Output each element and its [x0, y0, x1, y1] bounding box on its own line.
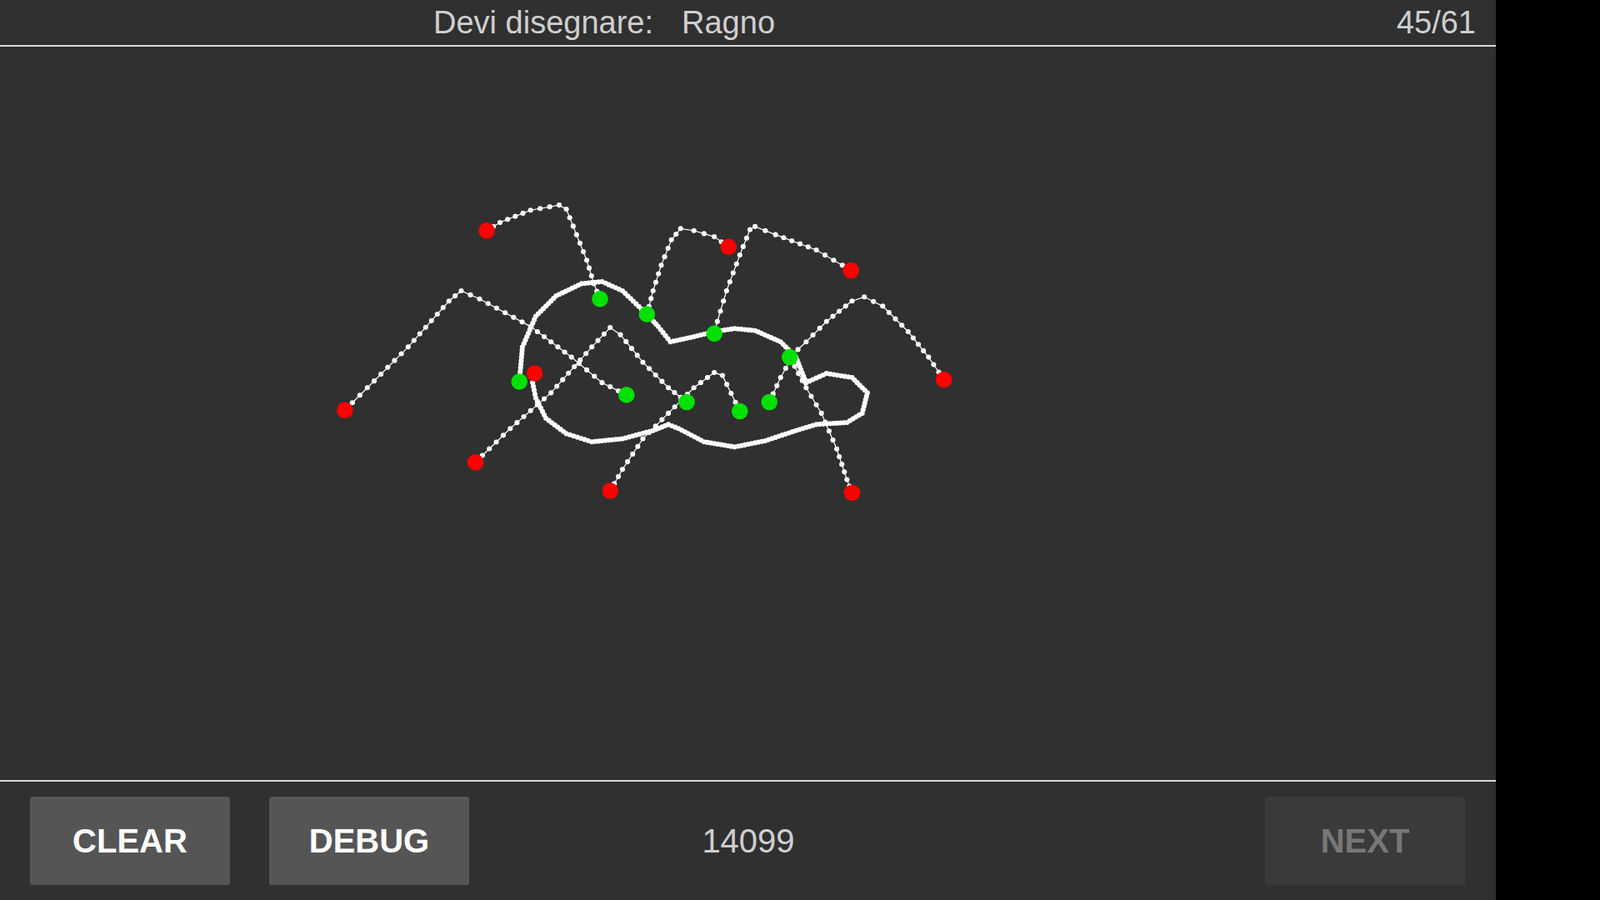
nav-strip — [1495, 0, 1600, 900]
stroke — [714, 224, 854, 335]
stroke-marker — [844, 485, 861, 502]
progress-counter: 45/61 — [1396, 5, 1476, 41]
stroke-marker — [510, 373, 528, 390]
stroke-marker — [336, 401, 354, 419]
stroke-marker — [760, 394, 778, 411]
stroke-marker — [467, 454, 485, 471]
header: Devi disegnare: Ragno 45/61 — [0, 0, 1496, 47]
drawing — [0, 0, 1600, 900]
stroke-marker — [678, 394, 695, 411]
stroke-marker — [591, 290, 609, 308]
stroke — [790, 294, 947, 382]
stroke — [342, 288, 627, 413]
stroke — [607, 370, 740, 494]
app-screen: Devi disegnare: Ragno 45/61 CLEAR DEBUG1409… — [0, 0, 1496, 900]
stroke-marker — [639, 305, 656, 323]
stroke — [766, 356, 852, 493]
footer: CLEAR DEBUG14099 NEXT — [0, 780, 1496, 900]
stroke-marker — [720, 239, 737, 256]
drawing-canvas[interactable] — [0, 46, 1496, 780]
stroke-marker — [935, 371, 953, 389]
stroke-marker — [842, 262, 860, 280]
stroke — [484, 202, 600, 300]
stroke-marker — [601, 482, 619, 500]
stroke-marker — [526, 365, 544, 382]
stroke-marker — [781, 349, 799, 366]
debug-button[interactable]: DEBUG — [269, 796, 470, 885]
stroke-marker — [731, 403, 749, 420]
stroke-marker — [478, 222, 495, 240]
stroke — [473, 325, 688, 465]
stroke-marker — [618, 386, 635, 404]
stroke-marker — [705, 325, 723, 343]
stroke — [516, 279, 870, 450]
prompt-label: Devi disegnare: — [433, 5, 654, 41]
next-button[interactable]: NEXT — [1265, 796, 1465, 885]
prompt-word: Ragno — [681, 5, 775, 41]
score: 14099 — [469, 822, 1028, 860]
clear-button[interactable]: CLEAR — [30, 796, 230, 885]
stroke — [646, 225, 732, 315]
